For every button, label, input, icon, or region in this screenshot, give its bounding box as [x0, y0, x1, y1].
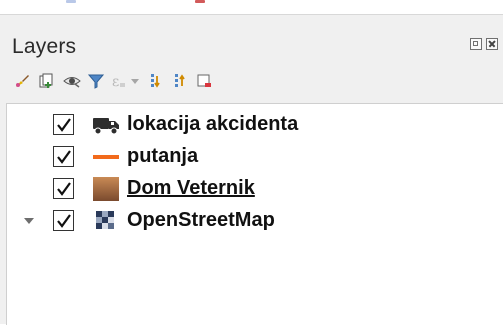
layer-name: lokacija akcidenta [127, 113, 299, 135]
filter-by-expression-icon[interactable]: ε [108, 71, 128, 91]
layer-tree: lokacija akcidenta putanja Dom Veternik … [6, 103, 503, 325]
close-panel-icon[interactable] [486, 38, 498, 50]
top-strip-mark [66, 0, 76, 3]
top-strip [0, 0, 503, 14]
style-manager-icon[interactable] [12, 71, 32, 91]
remove-layer-icon[interactable] [194, 71, 214, 91]
layer-row[interactable]: OpenStreetMap [7, 206, 497, 236]
panel-titlebar: Layers [0, 15, 503, 58]
layer-visibility-checkbox[interactable] [53, 178, 74, 199]
layer-row[interactable]: lokacija akcidenta [7, 110, 497, 140]
layers-panel: Layers ε lokacija akcidenta putanja Dom … [0, 14, 503, 325]
add-group-icon[interactable] [36, 71, 56, 91]
truck-icon [91, 113, 121, 137]
raster-gradient-icon [91, 177, 121, 201]
expand-all-icon[interactable] [146, 71, 166, 91]
expand-arrow-icon[interactable] [24, 218, 34, 224]
layer-name: putanja [127, 145, 199, 167]
collapse-all-icon[interactable] [170, 71, 190, 91]
layer-row[interactable]: putanja [7, 142, 497, 172]
layer-row[interactable]: Dom Veternik [7, 174, 497, 204]
layers-toolbar: ε [0, 71, 503, 95]
top-strip-mark [195, 0, 205, 3]
panel-title: Layers [12, 35, 77, 58]
dropdown-arrow-icon[interactable] [128, 71, 142, 91]
manage-visibility-icon[interactable] [62, 71, 82, 91]
layer-visibility-checkbox[interactable] [53, 210, 74, 231]
layer-visibility-checkbox[interactable] [53, 146, 74, 167]
orange-line-icon [91, 145, 121, 169]
filter-legend-icon[interactable] [86, 71, 106, 91]
layer-visibility-checkbox[interactable] [53, 114, 74, 135]
float-panel-icon[interactable] [470, 38, 482, 50]
svg-text:ε: ε [112, 74, 119, 90]
layer-name: OpenStreetMap [127, 209, 275, 231]
layer-name: Dom Veternik [127, 177, 255, 199]
tile-grid-icon [91, 209, 121, 233]
